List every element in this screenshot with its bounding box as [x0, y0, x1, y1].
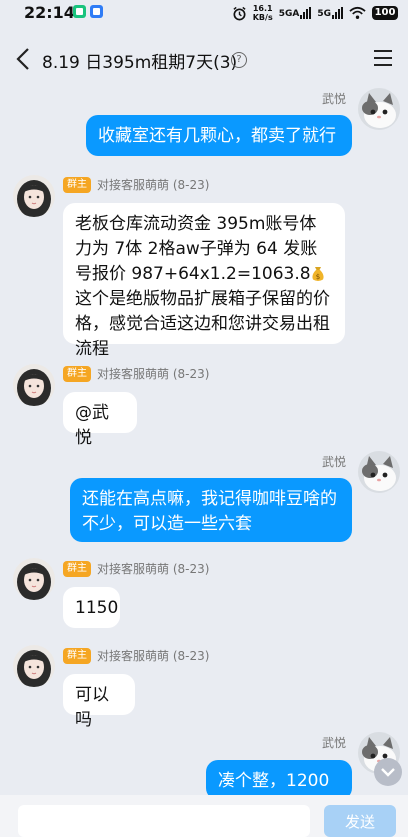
- message-input[interactable]: [18, 805, 310, 837]
- group-owner-badge: 群主: [63, 647, 91, 664]
- sender-name: 武悦: [321, 736, 346, 750]
- message-text: 1150: [75, 598, 119, 618]
- message-meta: 群主 对接客服萌萌 (8-23): [63, 176, 209, 193]
- message-meta: 群主 对接客服萌萌 (8-23): [63, 647, 209, 664]
- svg-text:$: $: [315, 273, 319, 281]
- incoming-message[interactable]: 老板仓库流动资金 395m账号体力为 7体 2格aw子弹为 64 发账号报价 9…: [63, 203, 345, 359]
- battery-icon: 100: [372, 6, 398, 20]
- group-owner-badge: 群主: [63, 365, 91, 382]
- incoming-message[interactable]: @武悦: [63, 392, 137, 448]
- incoming-message[interactable]: 可以吗: [63, 674, 135, 730]
- status-time: 22:14: [24, 3, 75, 22]
- message-text: @武悦: [75, 403, 109, 448]
- avatar[interactable]: [13, 645, 55, 687]
- money-bag-icon: $: [311, 267, 324, 281]
- question-circle-icon[interactable]: ?: [231, 52, 247, 68]
- incoming-message[interactable]: 1150: [63, 587, 120, 628]
- message-text: 可以吗: [75, 685, 109, 730]
- avatar[interactable]: [13, 558, 55, 600]
- avatar[interactable]: [358, 88, 400, 130]
- message-meta: 群主 对接客服萌萌 (8-23): [63, 560, 209, 577]
- signal-5g-icon: 5G: [317, 7, 343, 19]
- input-bar: 发送: [0, 795, 408, 837]
- group-owner-badge: 群主: [63, 560, 91, 577]
- sender-name: 对接客服萌萌 (8-23): [97, 562, 210, 576]
- scroll-to-bottom-button[interactable]: [374, 758, 402, 786]
- sender-name: 武悦: [321, 455, 346, 469]
- network-speed: 16.1 KB/s: [252, 4, 273, 22]
- message-text: 收藏室还有几颗心，都卖了就行: [98, 126, 336, 146]
- sender-name: 对接客服萌萌 (8-23): [97, 178, 210, 192]
- app-notification-icon: [73, 5, 86, 18]
- outgoing-message[interactable]: 收藏室还有几颗心，都卖了就行: [86, 115, 352, 156]
- signal-5ga-icon: 5GA: [279, 7, 312, 19]
- status-bar: 22:14 16.1 KB/s 5GA 5G 100: [0, 0, 408, 26]
- message-text: 老板仓库流动资金 395m账号体力为 7体 2格aw子弹为 64 发账号报价 9…: [75, 214, 318, 284]
- chevron-down-icon: [381, 768, 395, 777]
- group-owner-badge: 群主: [63, 176, 91, 193]
- message-notification-icon: [90, 5, 103, 18]
- sender-name: 武悦: [321, 92, 346, 106]
- outgoing-message[interactable]: 还能在高点嘛，我记得咖啡豆啥的不少，可以造一些六套: [70, 478, 352, 542]
- alarm-icon: [233, 6, 246, 20]
- hamburger-menu-icon[interactable]: [372, 48, 394, 68]
- message-meta: 群主 对接客服萌萌 (8-23): [63, 365, 209, 382]
- message-text: 还能在高点嘛，我记得咖啡豆啥的不少，可以造一些六套: [82, 489, 337, 534]
- avatar[interactable]: [13, 175, 55, 217]
- chat-header: 8.19 日395m租期7天(3) ?: [0, 30, 408, 88]
- sender-name: 对接客服萌萌 (8-23): [97, 649, 210, 663]
- sender-name: 对接客服萌萌 (8-23): [97, 367, 210, 381]
- wifi-icon: [349, 6, 366, 19]
- outgoing-message[interactable]: 凑个整，1200呗: [206, 760, 352, 816]
- message-text-cont: 这个是绝版物品扩展箱子保留的价格，感觉合适这边和您讲交易出租流程: [75, 289, 330, 359]
- avatar[interactable]: [13, 364, 55, 406]
- avatar[interactable]: [358, 451, 400, 493]
- chevron-left-icon[interactable]: [12, 46, 36, 72]
- chat-title: 8.19 日395m租期7天(3): [42, 53, 238, 73]
- send-button[interactable]: 发送: [324, 805, 396, 837]
